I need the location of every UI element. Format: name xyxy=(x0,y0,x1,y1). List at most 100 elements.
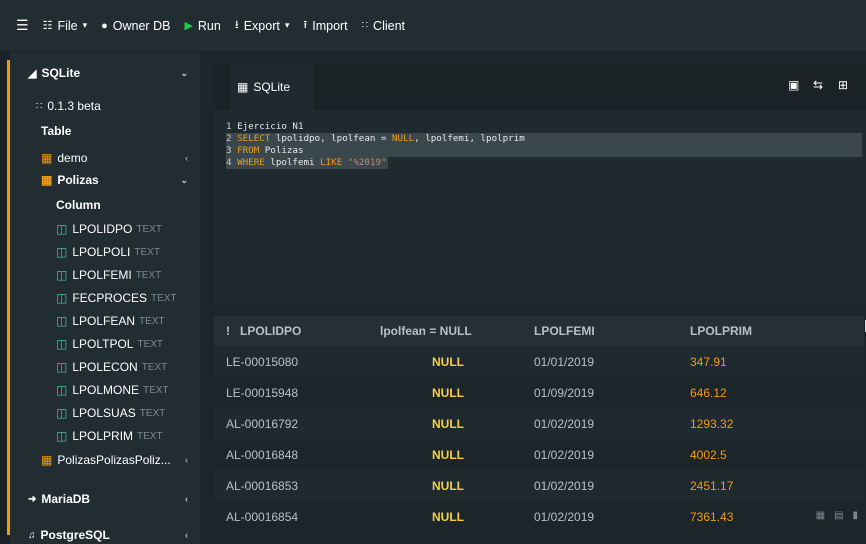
table-row[interactable]: LE-00015948 NULL 01/09/2019 646.12 xyxy=(214,377,864,408)
column-type: TEXT xyxy=(137,338,164,350)
table-name: PolizasPolizasPoliz... xyxy=(57,453,171,467)
cell-lpolprim: 7361.43 xyxy=(690,509,734,524)
column-name: LPOLMONE xyxy=(72,383,140,397)
cell-lpolidpo: LE-00015080 xyxy=(226,354,299,369)
column-header[interactable]: LPOLFEMI xyxy=(534,324,595,338)
chart-view-icon[interactable]: ▤ xyxy=(834,510,843,521)
column-item[interactable]: ◫ LPOLFEMI TEXT xyxy=(56,268,161,282)
chevron-left-icon: ‹ xyxy=(185,153,188,163)
column-name: LPOLPRIM xyxy=(72,429,134,443)
column-type: TEXT xyxy=(134,246,160,258)
column-item[interactable]: ◫ FECPROCES TEXT xyxy=(56,291,177,305)
cell-lpolfean: NULL xyxy=(432,416,464,431)
file-label: File xyxy=(57,18,78,33)
export-icon: ⭳ xyxy=(234,19,239,31)
tab-sqlite[interactable]: ▦ SQLite xyxy=(230,64,314,110)
column-heading: Column xyxy=(56,198,101,212)
cell-lpolfean: NULL xyxy=(432,447,464,462)
sort-icon[interactable]: ! xyxy=(226,324,230,338)
file-menu-button[interactable]: ☷ File ▾ xyxy=(43,19,88,33)
chevron-left-icon: ‹ xyxy=(185,455,188,465)
column-item[interactable]: ◫ LPOLECON TEXT xyxy=(56,360,167,374)
cell-lpolprim: 347.91 xyxy=(690,354,727,369)
export-label: Export xyxy=(243,18,280,33)
tab-label: SQLite xyxy=(253,80,291,94)
result-view-tools: ▦ ▤ ▮ xyxy=(816,510,858,521)
sidebar-sqlite-header[interactable]: ◢ SQLite ⌄ xyxy=(28,66,188,80)
owner-db-button[interactable]: ● Owner DB xyxy=(101,19,170,33)
save-icon: ▣ xyxy=(788,78,800,92)
table-row[interactable]: AL-00016848 NULL 01/02/2019 4002.5 xyxy=(214,439,864,470)
cell-lpolfemi: 01/01/2019 xyxy=(534,354,595,369)
table-row[interactable]: AL-00016792 NULL 01/02/2019 1293.32 xyxy=(214,408,864,439)
sidebar-item-polizas[interactable]: ▦ Polizas ⌄ xyxy=(41,173,188,187)
column-item[interactable]: ◫ LPOLSUAS TEXT xyxy=(56,406,165,420)
column-item[interactable]: ◫ LPOLTPOL TEXT xyxy=(56,337,163,351)
sidebar-item-demo[interactable]: ▦ demo ‹ xyxy=(41,151,188,165)
column-name: LPOLSUAS xyxy=(72,406,136,420)
save-button[interactable]: ▣ xyxy=(788,78,799,92)
column-name: LPOLFEMI xyxy=(72,268,132,282)
table-row[interactable]: LE-00015080 NULL 01/01/2019 347.91 xyxy=(214,346,864,377)
results-grid: ! LPOLIDPO lpolfean = NULL LPOLFEMI LPOL… xyxy=(214,316,866,544)
add-tab-button[interactable]: ⊞ xyxy=(838,78,848,92)
code-line: 1 Ejercicio N1 xyxy=(226,121,862,133)
column-type: TEXT xyxy=(139,407,166,419)
cell-lpolfemi: 01/02/2019 xyxy=(534,509,595,524)
column-icon: ◫ xyxy=(56,429,68,443)
table-icon: ▦ xyxy=(41,173,53,187)
client-label: Client xyxy=(373,18,406,33)
sitemap-icon: ∷ xyxy=(361,20,369,31)
column-icon: ◫ xyxy=(56,314,68,328)
client-button[interactable]: ∷ Client xyxy=(362,19,405,33)
chevron-left-icon: ‹ xyxy=(185,494,188,504)
import-button[interactable]: ⭱ Import xyxy=(303,16,347,35)
sidebar-postgresql-header[interactable]: ♫ PostgreSQL ‹ xyxy=(28,528,188,542)
table-name: demo xyxy=(57,151,88,165)
cell-lpolprim: 2451.17 xyxy=(690,478,734,493)
seal-icon: ➜ xyxy=(28,493,37,505)
column-item[interactable]: ◫ LPOLPRIM TEXT xyxy=(56,429,163,443)
cell-lpolprim: 4002.5 xyxy=(690,447,727,462)
run-button[interactable]: ▶ Run xyxy=(184,19,220,33)
table-row[interactable]: AL-00016853 NULL 01/02/2019 2451.17 xyxy=(214,470,864,501)
database-icon: ☷ xyxy=(42,20,53,32)
sitemap-icon: ∷ xyxy=(36,100,43,112)
menu-toggle-button[interactable]: ☰ xyxy=(16,17,29,34)
column-icon: ◫ xyxy=(56,268,68,282)
column-type: TEXT xyxy=(135,269,162,281)
code-line: 3 FROM Polizas xyxy=(226,145,862,157)
column-item[interactable]: ◫ LPOLMONE TEXT xyxy=(56,383,169,397)
column-type: TEXT xyxy=(141,361,168,373)
export-menu-button[interactable]: ⭳ Export ▾ xyxy=(235,16,290,35)
cell-lpolfemi: 01/02/2019 xyxy=(534,416,595,431)
version-row: ∷ 0.1.3 beta xyxy=(36,99,101,113)
column-header[interactable]: LPOLIDPO xyxy=(240,324,301,338)
sidebar-item-polizaspolizaspoliz[interactable]: ▦ PolizasPolizasPoliz... ‹ xyxy=(41,453,188,467)
table-heading: Table xyxy=(41,124,72,138)
column-header[interactable]: lpolfean = NULL xyxy=(380,324,472,338)
column-item[interactable]: ◫ LPOLIDPO TEXT xyxy=(56,222,162,236)
sidebar-mariadb-header[interactable]: ➜ MariaDB ‹ xyxy=(28,492,188,506)
table-row[interactable]: AL-00016854 NULL 01/02/2019 7361.43 ▦ ▤ ▮ xyxy=(214,501,864,532)
code-keyword: NULL xyxy=(392,133,415,144)
cell-lpolfemi: 01/02/2019 xyxy=(534,447,595,462)
editor-panel: ▦ SQLite ▣ ⇆ ⊞ 1 Ejercicio N1 2 SELECT l… xyxy=(214,64,866,304)
refresh-button[interactable]: ⇆ xyxy=(813,78,823,92)
chevron-down-icon: ⌄ xyxy=(180,67,188,78)
column-item[interactable]: ◫ LPOLPOLI TEXT xyxy=(56,245,160,259)
column-icon: ◫ xyxy=(56,222,68,236)
grid-view-icon[interactable]: ▦ xyxy=(816,510,825,521)
column-item[interactable]: ◫ LPOLFEAN TEXT xyxy=(56,314,165,328)
column-name: LPOLECON xyxy=(72,360,138,374)
column-icon: ◫ xyxy=(56,245,68,259)
results-header-row: ! LPOLIDPO lpolfean = NULL LPOLFEMI LPOL… xyxy=(214,316,866,346)
cell-lpolidpo: AL-00016853 xyxy=(226,478,299,493)
chevron-left-icon: ‹ xyxy=(185,530,188,540)
column-header[interactable]: LPOLPRIM xyxy=(690,324,752,338)
code-string: "%2019" xyxy=(347,157,387,168)
file-icon[interactable]: ▮ xyxy=(852,510,858,521)
column-name: FECPROCES xyxy=(72,291,148,305)
sql-editor[interactable]: 1 Ejercicio N1 2 SELECT lpolidpo, lpolfe… xyxy=(226,121,862,169)
code-text: Ejercicio N1 xyxy=(237,121,304,132)
